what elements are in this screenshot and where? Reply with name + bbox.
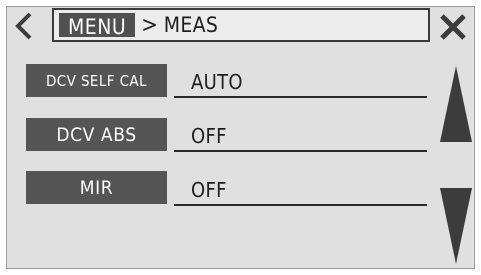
dcv-abs-label[interactable]: DCV ABS — [26, 118, 167, 151]
mir-label[interactable]: MIR — [26, 171, 167, 204]
scroll-up-button[interactable] — [438, 64, 474, 148]
breadcrumb-separator: > — [141, 12, 158, 38]
dcv-self-cal-label[interactable]: DCV SELF CAL — [26, 64, 167, 97]
triangle-up-icon — [440, 66, 472, 142]
close-button[interactable] — [436, 12, 470, 42]
scroll-down-button[interactable] — [438, 186, 474, 270]
chevron-left-icon — [15, 12, 32, 40]
close-x-icon — [440, 14, 466, 40]
breadcrumb-menu-link[interactable]: MENU — [59, 13, 136, 39]
triangle-down-icon — [440, 188, 472, 264]
mir-value[interactable]: OFF — [174, 174, 427, 206]
back-button[interactable] — [9, 10, 39, 42]
breadcrumb-current: MEAS — [163, 13, 219, 37]
breadcrumb: MENU > MEAS — [52, 8, 430, 42]
dcv-self-cal-value[interactable]: AUTO — [174, 66, 427, 98]
dcv-abs-value[interactable]: OFF — [174, 120, 427, 152]
